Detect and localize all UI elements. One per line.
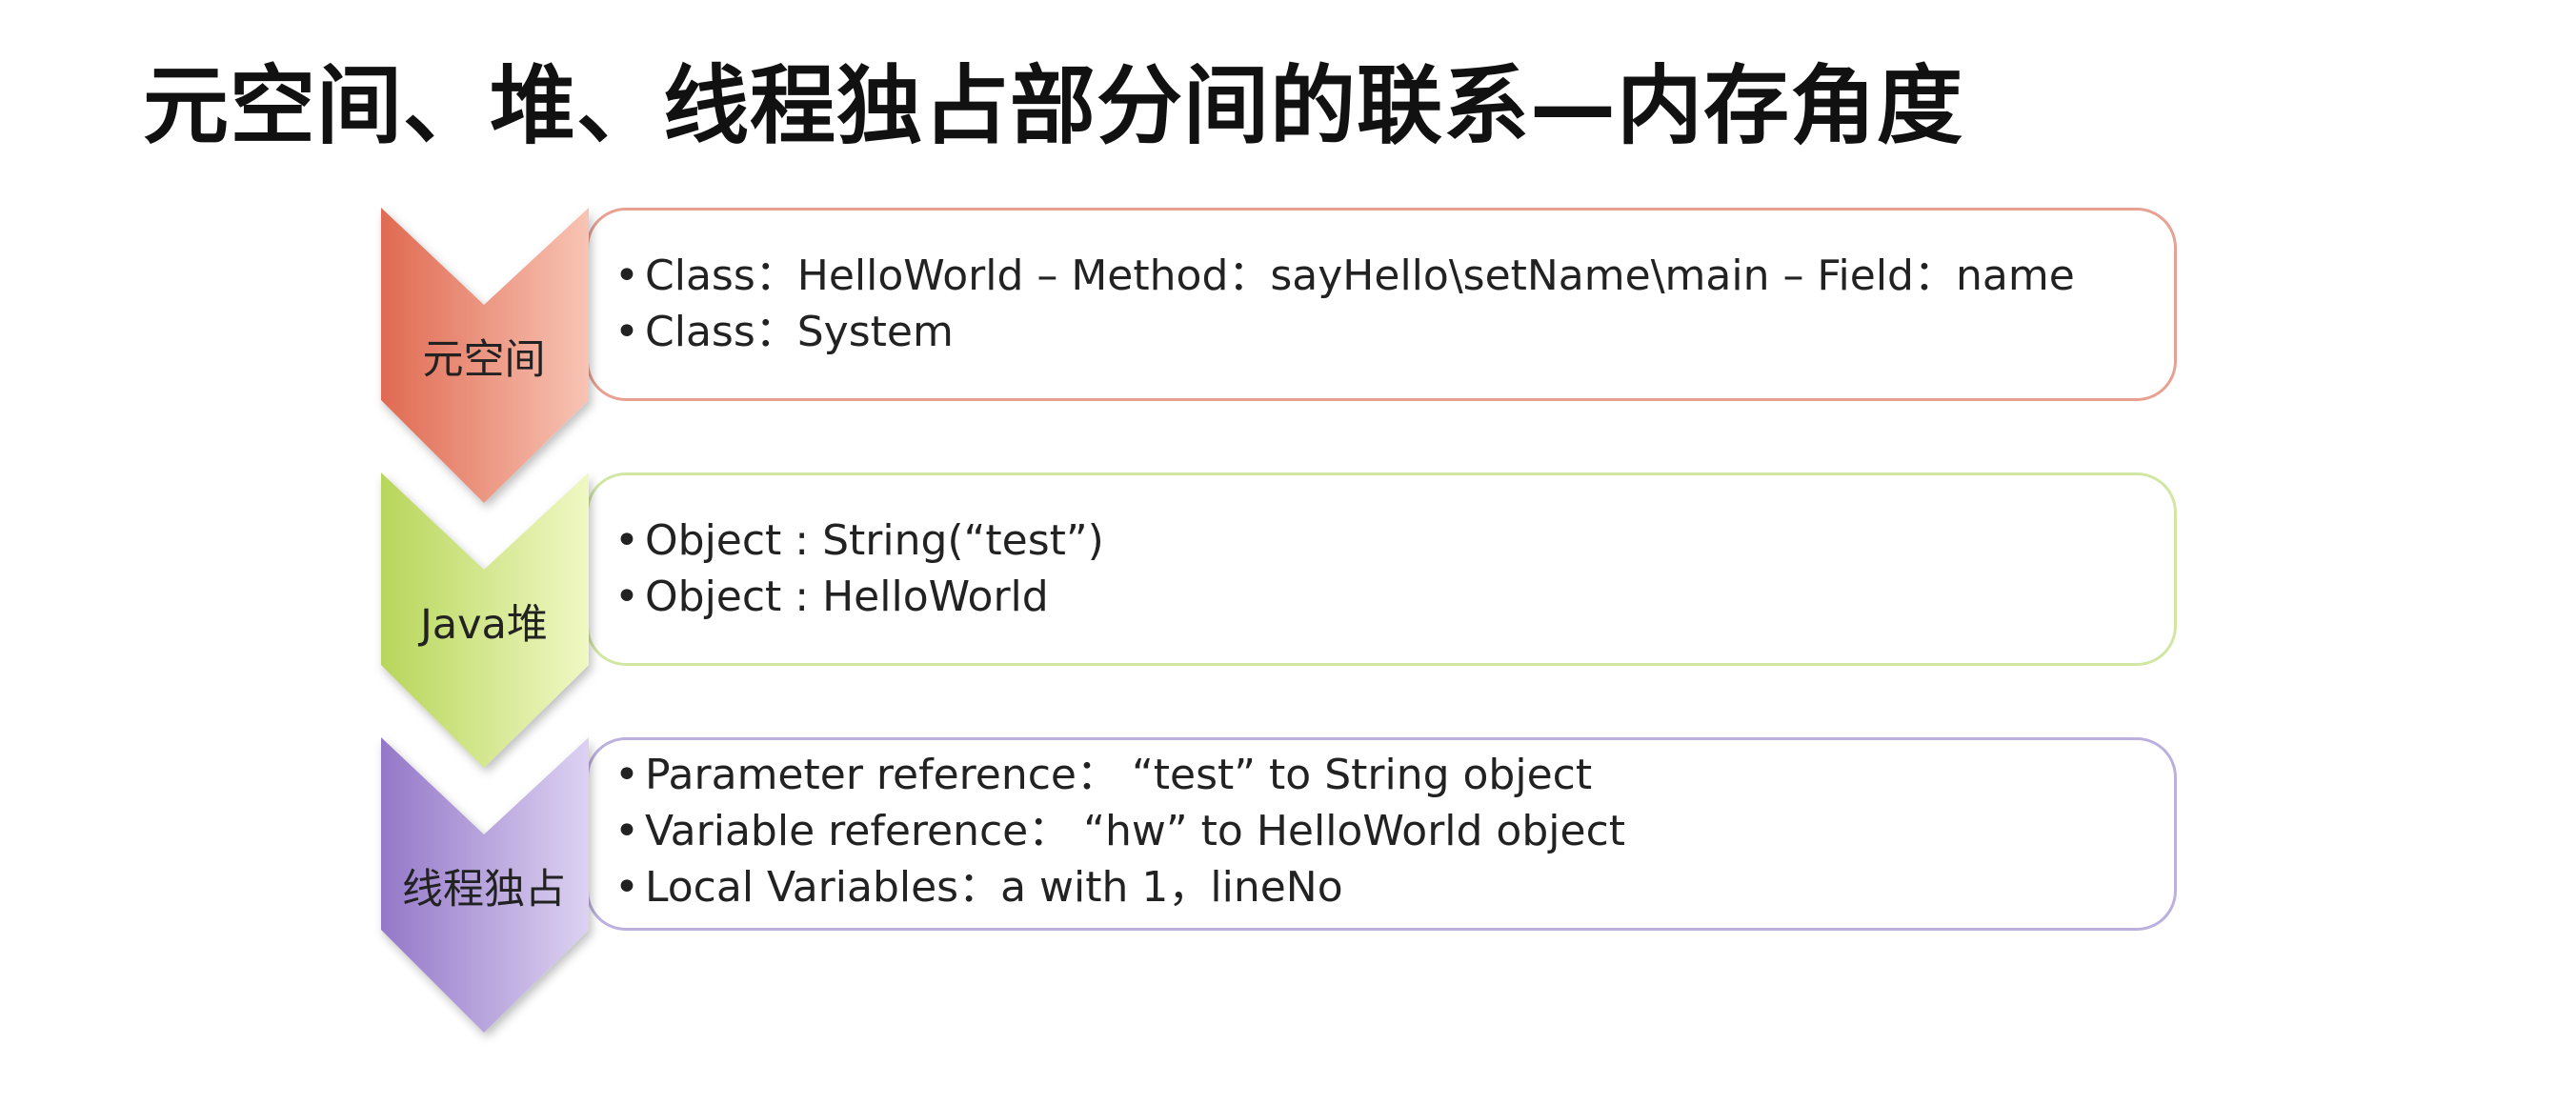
- bullet-dot: •: [614, 516, 639, 565]
- java-heap-item-text: Object : String(“test”): [645, 516, 1104, 565]
- list-item: • Variable reference： “hw” to HelloWorld…: [614, 803, 1625, 859]
- bullet-dot: •: [614, 573, 639, 621]
- bullet-dot: •: [614, 807, 639, 855]
- thread-private-label: 线程独占: [402, 866, 566, 914]
- java-heap-items: • Object : String(“test”) • Object : Hel…: [614, 512, 1104, 625]
- java-heap-label: Java堆: [417, 601, 548, 649]
- list-item: • Object : String(“test”): [614, 512, 1104, 569]
- list-item: • Class：System: [614, 304, 2075, 360]
- bullet-dot: •: [614, 308, 639, 356]
- thread-private-item-text: Parameter reference： “test” to String ob…: [645, 751, 1593, 799]
- java-heap-chevron: Java堆: [381, 472, 589, 768]
- java-heap-item-text: Object : HelloWorld: [645, 573, 1049, 621]
- bullet-dot: •: [614, 863, 639, 912]
- thread-private-item-text: Variable reference： “hw” to HelloWorld o…: [645, 807, 1626, 855]
- chevron-column: 元空间 Java堆 线程独占: [381, 208, 589, 1033]
- thread-private-items: • Parameter reference： “test” to String …: [614, 747, 1625, 915]
- metaspace-chevron: 元空间: [381, 208, 589, 503]
- metaspace-item-text: Class：System: [645, 308, 954, 356]
- metaspace-items: • Class：HelloWorld – Method：sayHello\set…: [614, 248, 2075, 360]
- thread-private-chevron: 线程独占: [381, 737, 589, 1033]
- list-item: • Parameter reference： “test” to String …: [614, 747, 1625, 803]
- bullet-dot: •: [614, 751, 639, 799]
- thread-private-item-text: Local Variables：a with 1，lineNo: [645, 863, 1343, 912]
- metaspace-label: 元空间: [423, 336, 546, 384]
- metaspace-item-text: Class：HelloWorld – Method：sayHello\setNa…: [645, 251, 2075, 300]
- list-item: • Object : HelloWorld: [614, 569, 1104, 625]
- bullet-dot: •: [614, 251, 639, 300]
- list-item: • Class：HelloWorld – Method：sayHello\set…: [614, 248, 2075, 304]
- list-item: • Local Variables：a with 1，lineNo: [614, 859, 1625, 915]
